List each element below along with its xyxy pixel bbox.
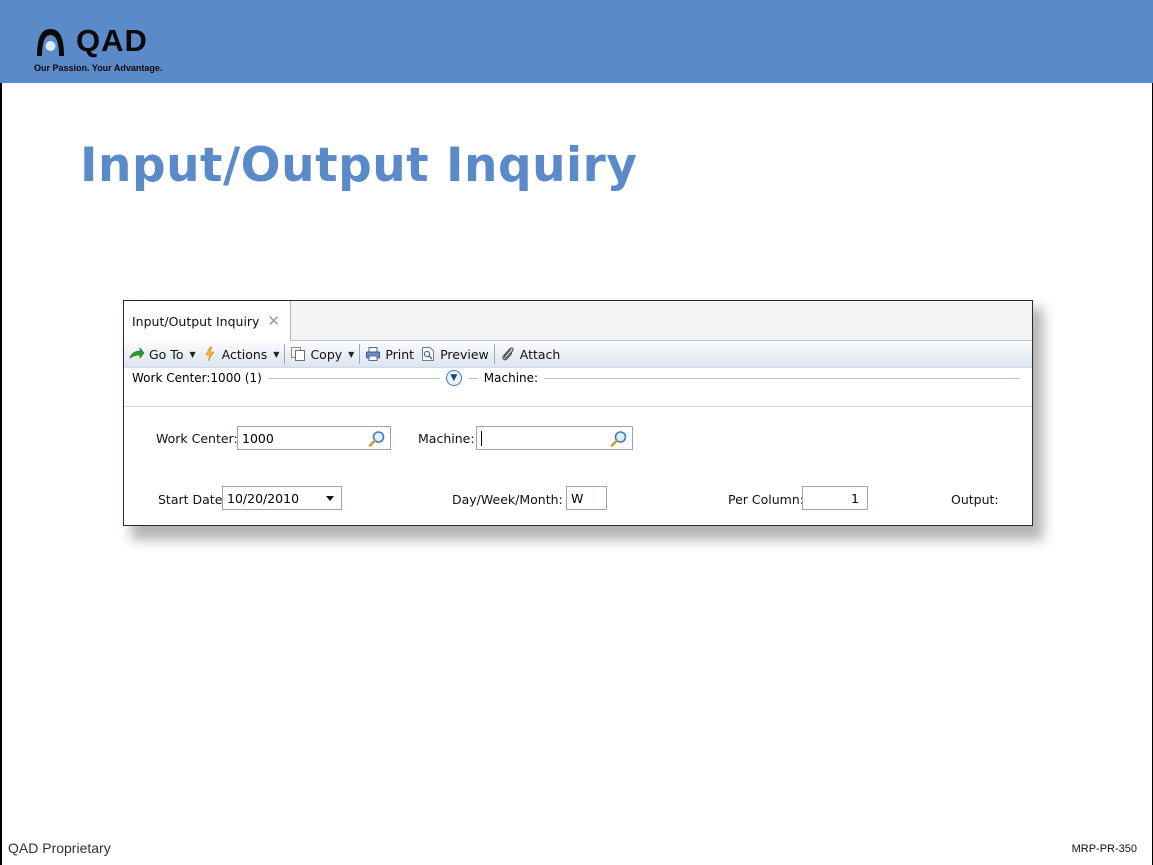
section-rule — [267, 377, 440, 379]
chevron-down-icon: ▼ — [189, 349, 196, 359]
toolbar: Go To ▼ Actions ▼ Copy ▼ Print Preview A… — [124, 341, 1032, 368]
preview-icon — [422, 347, 435, 361]
actions-label: Actions — [221, 346, 268, 362]
section-machine: Machine: — [483, 371, 539, 385]
chevron-down-icon: ▼ — [348, 349, 355, 359]
start-date-value: 10/20/2010 — [227, 490, 300, 506]
section-header: Work Center:1000 (1) ▼ Machine: — [124, 368, 1032, 388]
period-label: Day/Week/Month: — [452, 492, 563, 507]
start-date-label: Start Date: — [158, 492, 227, 507]
toolbar-separator — [359, 344, 361, 364]
attach-label: Attach — [519, 346, 561, 362]
search-icon[interactable] — [368, 430, 386, 448]
toolbar-separator — [493, 344, 495, 364]
work-center-value: 1000 — [242, 430, 274, 446]
actions-button[interactable]: Actions ▼ — [199, 343, 283, 365]
toolbar-separator — [284, 344, 286, 364]
machine-label: Machine: — [418, 431, 475, 446]
work-center-label: Work Center: — [156, 431, 238, 446]
start-date-dropdown[interactable]: 10/20/2010 — [222, 486, 342, 510]
print-label: Print — [385, 346, 415, 362]
period-input[interactable]: W — [566, 486, 607, 510]
section-work-center: Work Center:1000 (1) — [132, 371, 262, 385]
preview-label: Preview — [440, 346, 489, 362]
copy-button[interactable]: Copy ▼ — [287, 343, 357, 365]
printer-icon — [366, 347, 381, 361]
logo-wordmark: QAD — [76, 23, 148, 58]
goto-label: Go To — [149, 346, 184, 362]
footer-slide-code: MRP-PR-350 — [1071, 843, 1137, 855]
machine-input[interactable] — [476, 426, 633, 450]
preview-button[interactable]: Preview — [417, 343, 492, 365]
tab-strip: Input/Output Inquiry ✕ — [124, 301, 1032, 341]
period-value: W — [571, 490, 584, 506]
footer-proprietary: QAD Proprietary — [8, 840, 111, 856]
copy-icon — [291, 347, 306, 361]
section-divider — [124, 406, 1032, 407]
slide-title: Input/Output Inquiry — [80, 138, 638, 193]
per-column-value: 1 — [851, 490, 859, 506]
expand-chevron-icon[interactable]: ▼ — [445, 370, 462, 386]
tab-label: Input/Output Inquiry — [132, 313, 260, 329]
search-icon[interactable] — [610, 430, 628, 448]
per-column-label: Per Column: — [728, 492, 804, 507]
paperclip-icon — [502, 347, 514, 361]
per-column-input[interactable]: 1 — [802, 486, 868, 510]
chevron-down-icon: ▼ — [273, 349, 280, 359]
goto-button[interactable]: Go To ▼ — [126, 343, 199, 365]
qad-logo-mark-icon — [37, 29, 64, 56]
qad-logo: QAD Our Passion. Your Advantage. — [34, 23, 184, 78]
close-icon[interactable]: ✕ — [267, 313, 280, 329]
header-band: QAD Our Passion. Your Advantage. — [0, 0, 1153, 83]
tab-input-output-inquiry[interactable]: Input/Output Inquiry ✕ — [124, 301, 291, 341]
print-button[interactable]: Print — [362, 343, 417, 365]
app-window: Input/Output Inquiry ✕ Go To ▼ Actions ▼… — [123, 300, 1033, 526]
section-rule — [544, 377, 1021, 379]
chevron-down-icon[interactable] — [326, 496, 334, 501]
work-center-input[interactable]: 1000 — [237, 426, 391, 450]
logo-tagline: Our Passion. Your Advantage. — [34, 63, 163, 73]
section-rule — [467, 377, 478, 379]
goto-arrow-icon — [129, 347, 145, 359]
text-cursor — [481, 430, 482, 446]
output-label: Output: — [951, 492, 999, 507]
copy-label: Copy — [310, 346, 343, 362]
attach-button[interactable]: Attach — [497, 343, 564, 365]
lightning-icon — [205, 346, 215, 362]
